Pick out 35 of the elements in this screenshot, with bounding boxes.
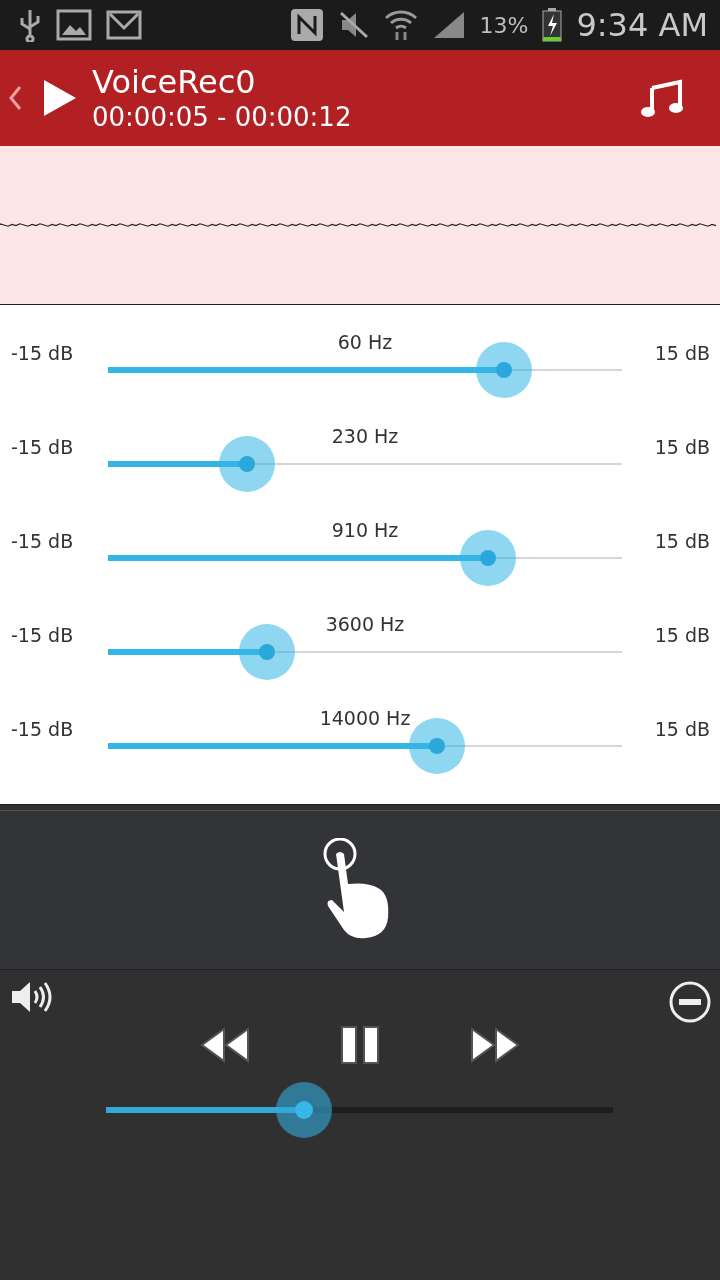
max-gain: 15 dB	[654, 530, 711, 552]
remove-icon[interactable]	[668, 980, 712, 1024]
battery-charging-icon	[542, 8, 563, 42]
min-gain: -15 dB	[10, 718, 75, 740]
min-gain: -15 dB	[10, 624, 75, 646]
nfc-icon	[289, 8, 324, 42]
band-frequency: 60 Hz	[337, 331, 393, 353]
wifi-icon	[383, 8, 418, 42]
time-range: 00:00:05 - 00:00:12	[92, 101, 352, 133]
max-gain: 15 dB	[654, 436, 711, 458]
band-frequency: 910 Hz	[331, 519, 399, 541]
image-icon	[56, 9, 92, 41]
clock: 9:34 AM	[576, 6, 708, 44]
band-frequency: 14000 Hz	[319, 707, 411, 729]
band-frequency: 230 Hz	[331, 425, 399, 447]
battery-percent: 13%	[479, 12, 529, 38]
recording-title: VoiceRec0	[92, 63, 257, 101]
volume-icon[interactable]	[10, 980, 54, 1014]
min-gain: -15 dB	[10, 530, 75, 552]
mute-icon	[337, 10, 370, 40]
rewind-button[interactable]	[200, 1027, 250, 1063]
fast-forward-button[interactable]	[470, 1027, 520, 1063]
mail-icon	[106, 10, 142, 40]
music-note-icon[interactable]	[640, 78, 684, 118]
band-frequency: 3600 Hz	[325, 613, 405, 635]
back-icon[interactable]	[8, 85, 22, 111]
usb-icon	[18, 8, 42, 42]
max-gain: 15 dB	[654, 624, 711, 646]
playback-slider[interactable]	[106, 1082, 613, 1138]
min-gain: -15 dB	[10, 436, 75, 458]
min-gain: -15 dB	[10, 342, 75, 364]
max-gain: 15 dB	[654, 718, 711, 740]
play-icon[interactable]	[42, 78, 78, 118]
max-gain: 15 dB	[654, 342, 711, 364]
pause-button[interactable]	[340, 1025, 380, 1065]
